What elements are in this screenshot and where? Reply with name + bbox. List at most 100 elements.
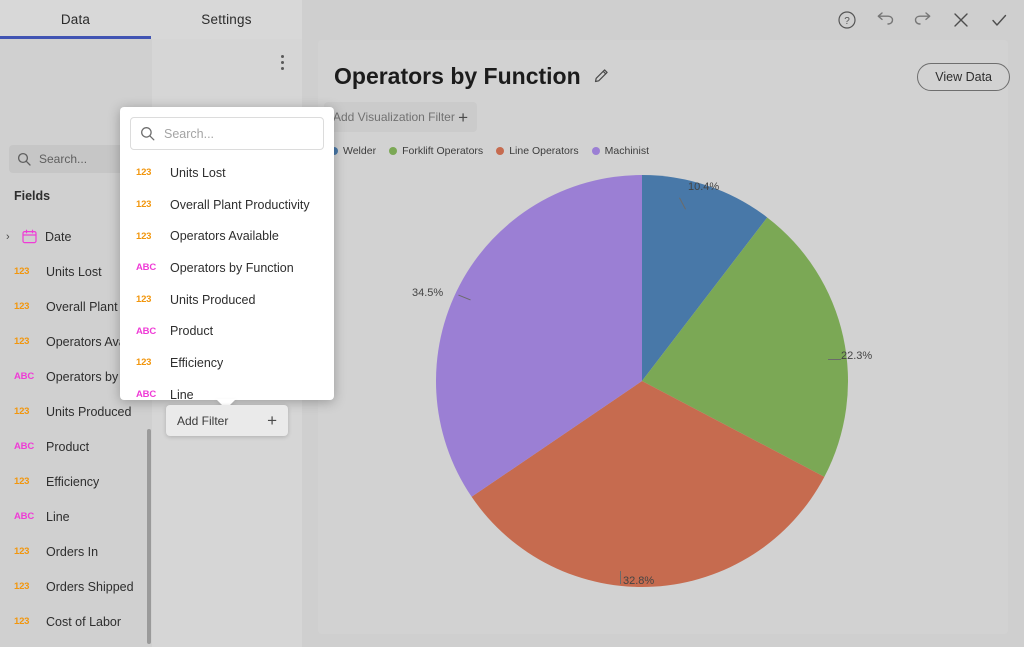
- view-data-label: View Data: [935, 70, 992, 84]
- number-type-icon: 123: [14, 266, 30, 277]
- field-row-line[interactable]: ABC Line: [0, 499, 152, 534]
- popup-item-operators-available[interactable]: 123 Operators Available: [120, 220, 334, 252]
- legend-item-welder[interactable]: Welder: [330, 145, 376, 157]
- leader-line-forklift: [828, 359, 841, 360]
- popup-item-operators-by-function[interactable]: ABC Operators by Function: [120, 252, 334, 284]
- legend-item-machinist[interactable]: Machinist: [591, 145, 650, 157]
- legend-label: Machinist: [604, 145, 650, 157]
- top-icon-group: ?: [830, 0, 1016, 39]
- popup-item-label: Units Produced: [170, 292, 256, 307]
- number-type-icon: 123: [14, 301, 30, 312]
- leader-line-line-operators: [620, 571, 621, 584]
- popup-item-product[interactable]: ABC Product: [120, 315, 334, 347]
- legend-item-forklift-operators[interactable]: Forklift Operators: [389, 145, 483, 157]
- undo-icon[interactable]: [868, 3, 902, 37]
- redo-icon[interactable]: [906, 3, 940, 37]
- number-type-icon: 123: [14, 336, 30, 347]
- popup-field-list: 123 Units Lost 123 Overall Plant Product…: [120, 157, 334, 411]
- number-type-icon: 123: [136, 294, 152, 306]
- field-label: Line: [46, 509, 70, 524]
- close-icon[interactable]: [944, 3, 978, 37]
- search-icon: [17, 152, 31, 166]
- search-icon: [141, 127, 155, 141]
- chevron-right-icon[interactable]: ›: [6, 231, 16, 243]
- add-filter-button[interactable]: Add Filter +: [166, 405, 288, 436]
- legend-swatch: [389, 147, 398, 155]
- legend-swatch: [496, 147, 505, 155]
- fields-label: Fields: [14, 189, 51, 203]
- pie-label-line-operators: 32.8%: [623, 575, 655, 587]
- legend-swatch: [591, 147, 600, 155]
- popup-item-label: Product: [170, 324, 214, 339]
- popup-item-overall-plant-productivity[interactable]: 123 Overall Plant Productivity: [120, 189, 334, 221]
- add-visualization-filter-button[interactable]: Add Visualization Filter +: [324, 102, 477, 132]
- number-type-icon: 123: [14, 581, 30, 592]
- field-picker-popup: Search... 123 Units Lost 123 Overall Pla…: [120, 107, 334, 409]
- number-type-icon: 123: [136, 357, 152, 369]
- page-title-text: Operators by Function: [334, 63, 581, 89]
- field-row-efficiency[interactable]: 123 Efficiency: [0, 464, 152, 499]
- pie-label-welder: 10.4%: [688, 181, 720, 193]
- view-data-button[interactable]: View Data: [917, 63, 1010, 91]
- pie-label-forklift: 22.3%: [841, 350, 873, 362]
- text-type-icon: ABC: [136, 325, 156, 337]
- field-row-revenue[interactable]: 123 Revenue: [0, 639, 152, 647]
- number-type-icon: 123: [14, 476, 30, 487]
- tab-settings[interactable]: Settings: [151, 0, 302, 39]
- legend-item-line-operators[interactable]: Line Operators: [496, 145, 579, 157]
- popup-search-input[interactable]: Search...: [130, 117, 324, 150]
- popup-search-placeholder: Search...: [164, 126, 215, 141]
- field-row-orders-in[interactable]: 123 Orders In: [0, 534, 152, 569]
- field-label: Product: [46, 439, 90, 454]
- legend-label: Forklift Operators: [402, 145, 484, 157]
- field-label: Efficiency: [46, 474, 100, 489]
- field-label: Units Lost: [46, 264, 102, 279]
- number-type-icon: 123: [14, 406, 30, 417]
- help-icon[interactable]: ?: [830, 3, 864, 37]
- plus-icon: +: [267, 411, 277, 430]
- page-title: Operators by Function: [334, 63, 610, 90]
- field-row-cost-of-labor[interactable]: 123 Cost of Labor: [0, 604, 152, 639]
- popup-item-label: Operators Available: [170, 229, 279, 244]
- app-root: Data Settings ? Search... Fields › Date …: [0, 0, 1024, 647]
- tab-settings-label: Settings: [201, 12, 252, 27]
- number-type-icon: 123: [14, 616, 30, 627]
- text-type-icon: ABC: [14, 441, 34, 452]
- text-type-icon: ABC: [136, 389, 156, 401]
- field-label: Units Produced: [46, 404, 132, 419]
- add-visualization-filter-label: Add Visualization Filter: [333, 110, 455, 124]
- tab-data[interactable]: Data: [0, 0, 151, 39]
- main-canvas: Operators by Function View Data Add Visu…: [302, 39, 1024, 647]
- number-type-icon: 123: [136, 230, 152, 242]
- popup-item-units-produced[interactable]: 123 Units Produced: [120, 284, 334, 316]
- calendar-icon: [22, 229, 37, 244]
- pie-chart-svg[interactable]: [436, 175, 848, 587]
- pie-chart: 10.4% 22.3% 32.8% 34.5%: [412, 175, 872, 587]
- field-label: Orders In: [46, 544, 99, 559]
- tab-data-label: Data: [60, 12, 91, 27]
- add-filter-label: Add Filter: [177, 413, 229, 428]
- legend-label: Welder: [343, 145, 377, 157]
- popup-item-label: Efficiency: [170, 355, 224, 370]
- field-label: Cost of Labor: [46, 614, 122, 629]
- number-type-icon: 123: [136, 199, 152, 211]
- popup-item-units-lost[interactable]: 123 Units Lost: [120, 157, 334, 189]
- confirm-icon[interactable]: [982, 3, 1016, 37]
- tab-strip: Data Settings: [0, 0, 302, 39]
- text-type-icon: ABC: [136, 262, 156, 274]
- field-label: Date: [45, 229, 72, 244]
- number-type-icon: 123: [14, 546, 30, 557]
- pencil-icon[interactable]: [593, 63, 610, 90]
- kebab-menu-icon[interactable]: [274, 52, 290, 72]
- text-type-icon: ABC: [14, 371, 34, 382]
- sidebar-scrollbar[interactable]: [147, 429, 151, 644]
- field-row-product[interactable]: ABC Product: [0, 429, 152, 464]
- field-row-orders-shipped[interactable]: 123 Orders Shipped: [0, 569, 152, 604]
- popup-item-label: Line: [170, 387, 194, 402]
- number-type-icon: 123: [136, 167, 152, 179]
- popup-item-label: Operators by Function: [170, 260, 294, 275]
- popup-item-efficiency[interactable]: 123 Efficiency: [120, 347, 334, 379]
- popup-item-label: Overall Plant Productivity: [170, 197, 310, 212]
- field-label: Orders Shipped: [46, 579, 134, 594]
- text-type-icon: ABC: [14, 511, 34, 522]
